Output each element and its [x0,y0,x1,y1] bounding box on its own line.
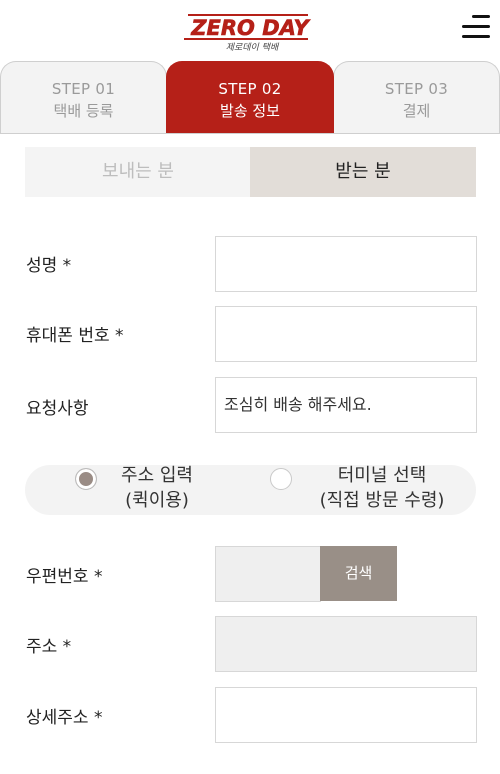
request-label: 요청사항 [26,399,89,419]
step-number: STEP 02 [218,80,282,98]
receiver-tab-button[interactable]: 받는 분 [250,147,476,197]
phone-input[interactable] [215,306,477,362]
hamburger-menu-icon[interactable] [460,15,490,39]
radio-option-label: 터미널 선택 [337,465,427,486]
step-label: 발송 정보 [220,102,280,120]
sender-receiver-toggle: 보내는 분 받는 분 [25,147,476,197]
tab-step-01[interactable]: STEP 01 택배 등록 [0,61,167,134]
tab-step-03[interactable]: STEP 03 결제 [333,61,500,134]
step-tabs: STEP 01 택배 등록 STEP 03 결제 STEP 02 발송 정보 [0,61,500,134]
divider [0,133,500,134]
logo-subtitle: 제로데이 택배 [226,42,280,53]
postcode-input[interactable] [215,546,321,602]
address-label: 주소 * [26,637,72,657]
address-mode-radio-group: 주소 입력 (퀵이용) 터미널 선택 (직접 방문 수령) [25,465,476,515]
step-number: STEP 01 [51,80,116,98]
address-input[interactable] [215,616,477,672]
radio-option-sublabel: (퀵이용) [125,490,189,511]
sender-tab-button[interactable]: 보내는 분 [25,147,251,197]
step-number: STEP 03 [384,80,449,98]
tab-step-02[interactable]: STEP 02 발송 정보 [166,61,334,134]
postcode-label: 우편번호 * [26,567,103,587]
name-label: 성명 * [26,256,72,276]
detail-address-input[interactable] [215,687,477,743]
postcode-search-button[interactable]: 검색 [320,546,397,601]
radio-option-sublabel: (직접 방문 수령) [319,490,445,511]
request-input[interactable]: 조심히 배송 해주세요. [215,377,477,433]
app-header: ZERO DAY 제로데이 택배 [0,0,500,62]
step-label: 택배 등록 [53,102,114,120]
radio-address-input[interactable]: 주소 입력 (퀵이용) [75,465,255,515]
zero-day-logo[interactable]: ZERO DAY 제로데이 택배 [182,8,318,54]
logo-title: ZERO DAY [190,16,310,40]
name-input[interactable] [215,236,477,292]
radio-terminal-select[interactable]: 터미널 선택 (직접 방문 수령) [270,465,470,515]
radio-option-label: 주소 입력 [121,465,193,486]
radio-checked-icon [75,468,97,490]
detail-address-label: 상세주소 * [26,708,103,728]
step-label: 결제 [402,102,431,120]
radio-unchecked-icon [270,468,292,490]
phone-label: 휴대폰 번호 * [26,326,124,346]
